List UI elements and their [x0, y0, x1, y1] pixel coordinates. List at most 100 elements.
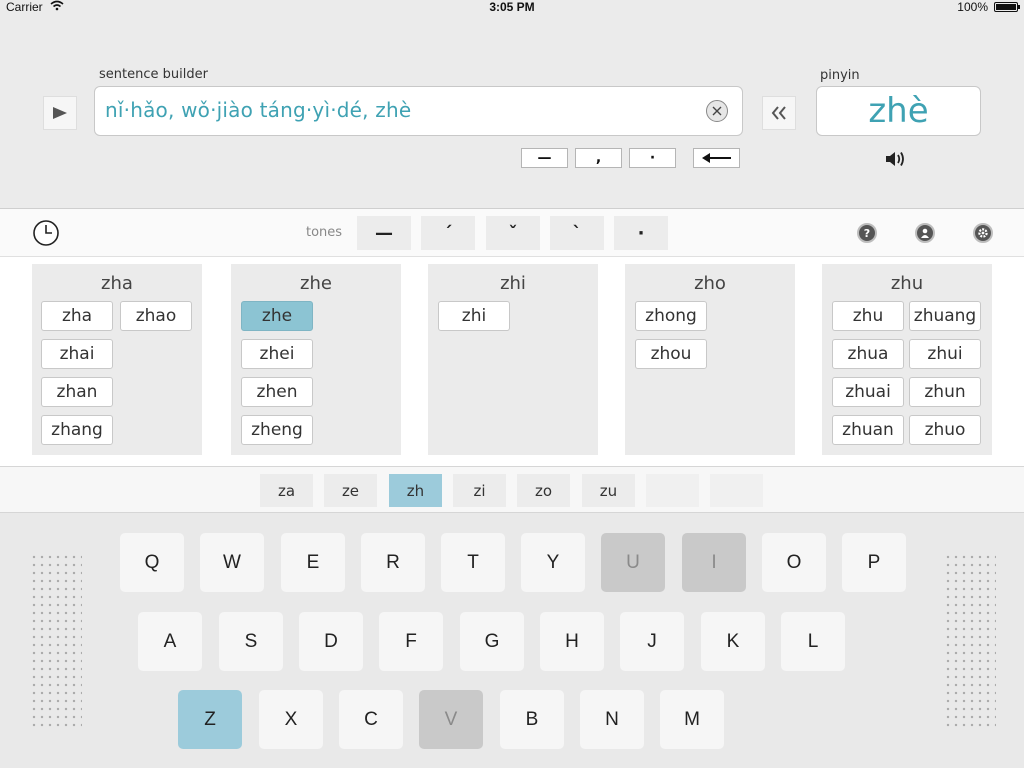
initial-zu[interactable]: zu — [582, 474, 635, 507]
tone-3-button[interactable]: ˇ — [486, 216, 540, 250]
key-x[interactable]: X — [259, 690, 323, 749]
group-title: zho — [694, 273, 726, 294]
initial-zi[interactable]: zi — [453, 474, 506, 507]
syllable-zhuan[interactable]: zhuan — [832, 415, 904, 445]
tone-4-button[interactable]: ˋ — [550, 216, 604, 250]
syllable-zhi[interactable]: zhi — [438, 301, 510, 331]
syllable-zhun[interactable]: zhun — [909, 377, 981, 407]
dot-button[interactable]: · — [629, 148, 676, 168]
syllable-zhei[interactable]: zhei — [241, 339, 313, 369]
key-b[interactable]: B — [500, 690, 564, 749]
tones-label: tones — [306, 225, 343, 240]
comma-button[interactable]: , — [575, 148, 622, 168]
syllable-zhuang[interactable]: zhuang — [909, 301, 981, 331]
syllable-group-zho: zho zhong zhou — [625, 264, 795, 455]
history-button[interactable] — [32, 219, 60, 247]
pinyin-label: pinyin — [820, 68, 860, 83]
syllable-area: zha zha zhao zhai zhan zhang zhe zhe zhe… — [0, 257, 1024, 466]
initial-empty — [710, 474, 763, 507]
syllable-zha[interactable]: zha — [41, 301, 113, 331]
key-c[interactable]: C — [339, 690, 403, 749]
key-u[interactable]: U — [601, 533, 665, 592]
gear-icon — [978, 228, 988, 238]
tones-bar: tones — ˊ ˇ ˋ · ? — [0, 208, 1024, 257]
syllable-group-zhi: zhi zhi — [428, 264, 598, 455]
group-title: zhu — [890, 273, 924, 294]
settings-button[interactable] — [973, 223, 993, 243]
key-p[interactable]: P — [842, 533, 906, 592]
syllable-zhang[interactable]: zhang — [41, 415, 113, 445]
key-m[interactable]: M — [660, 690, 724, 749]
tone-1-button[interactable]: — — [357, 216, 411, 250]
syllable-zhua[interactable]: zhua — [832, 339, 904, 369]
key-w[interactable]: W — [200, 533, 264, 592]
question-icon: ? — [863, 226, 871, 240]
key-g[interactable]: G — [460, 612, 524, 671]
group-title: zhe — [300, 273, 332, 294]
key-t[interactable]: T — [441, 533, 505, 592]
syllable-zhui[interactable]: zhui — [909, 339, 981, 369]
syllable-zhong[interactable]: zhong — [635, 301, 707, 331]
key-z[interactable]: Z — [178, 690, 242, 749]
syllable-group-zhu: zhu zhu zhuang zhua zhui zhuai zhun zhua… — [822, 264, 992, 455]
profile-button[interactable] — [915, 223, 935, 243]
group-title: zhi — [500, 273, 526, 294]
previous-button[interactable] — [762, 96, 796, 130]
key-f[interactable]: F — [379, 612, 443, 671]
key-s[interactable]: S — [219, 612, 283, 671]
initial-empty — [646, 474, 699, 507]
speaker-button[interactable] — [884, 149, 908, 169]
clock-time: 3:05 PM — [489, 0, 535, 14]
tone-2-button[interactable]: ˊ — [421, 216, 475, 250]
key-j[interactable]: J — [620, 612, 684, 671]
key-o[interactable]: O — [762, 533, 826, 592]
battery-percent: 100% — [957, 0, 988, 14]
sentence-panel: sentence builder nǐ·hǎo, wǒ·jiào táng·yì… — [0, 14, 1024, 208]
key-a[interactable]: A — [138, 612, 202, 671]
initial-zo[interactable]: zo — [517, 474, 570, 507]
dash-button[interactable]: — — [521, 148, 568, 168]
initial-ze[interactable]: ze — [324, 474, 377, 507]
key-l[interactable]: L — [781, 612, 845, 671]
initials-row: za ze zh zi zo zu — [0, 466, 1024, 513]
syllable-zhuai[interactable]: zhuai — [832, 377, 904, 407]
initial-zh[interactable]: zh — [389, 474, 442, 507]
key-q[interactable]: Q — [120, 533, 184, 592]
sentence-input[interactable]: nǐ·hǎo, wǒ·jiào táng·yì·dé, zhè — [94, 86, 743, 136]
clear-button[interactable] — [706, 100, 728, 122]
sentence-text: nǐ·hǎo, wǒ·jiào táng·yì·dé, zhè — [105, 98, 412, 122]
key-y[interactable]: Y — [521, 533, 585, 592]
syllable-zhan[interactable]: zhan — [41, 377, 113, 407]
backspace-button[interactable] — [693, 148, 740, 168]
key-h[interactable]: H — [540, 612, 604, 671]
syllable-zhou[interactable]: zhou — [635, 339, 707, 369]
key-v[interactable]: V — [419, 690, 483, 749]
backspace-arrow-icon — [701, 153, 731, 163]
syllable-group-zhe: zhe zhe zhei zhen zheng — [231, 264, 401, 455]
battery-icon — [994, 2, 1020, 12]
syllable-zhao[interactable]: zhao — [120, 301, 192, 331]
syllable-zhe[interactable]: zhe — [241, 301, 313, 331]
syllable-zhen[interactable]: zhen — [241, 377, 313, 407]
group-title: zha — [101, 273, 133, 294]
clock-icon — [33, 220, 59, 246]
status-bar: Carrier 3:05 PM 100% — [0, 0, 1024, 14]
key-e[interactable]: E — [281, 533, 345, 592]
help-button[interactable]: ? — [857, 223, 877, 243]
key-k[interactable]: K — [701, 612, 765, 671]
key-r[interactable]: R — [361, 533, 425, 592]
key-i[interactable]: I — [682, 533, 746, 592]
syllable-zhuo[interactable]: zhuo — [909, 415, 981, 445]
play-icon — [53, 107, 67, 119]
syllable-zhai[interactable]: zhai — [41, 339, 113, 369]
syllable-group-zha: zha zha zhao zhai zhan zhang — [32, 264, 202, 455]
initial-za[interactable]: za — [260, 474, 313, 507]
play-button[interactable] — [43, 96, 77, 130]
double-chevron-left-icon — [771, 106, 786, 120]
neutral-tone-button[interactable]: · — [614, 216, 668, 250]
syllable-zheng[interactable]: zheng — [241, 415, 313, 445]
key-n[interactable]: N — [580, 690, 644, 749]
pinyin-display: zhè — [816, 86, 981, 136]
syllable-zhu[interactable]: zhu — [832, 301, 904, 331]
key-d[interactable]: D — [299, 612, 363, 671]
